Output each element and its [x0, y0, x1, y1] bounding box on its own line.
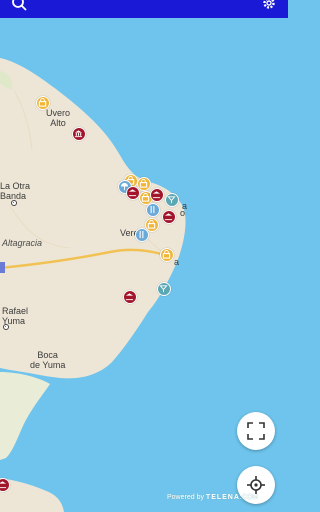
- town-dot: [11, 200, 17, 206]
- search-icon[interactable]: [10, 0, 28, 14]
- museum-marker[interactable]: [126, 186, 140, 200]
- nightlife-marker[interactable]: [157, 282, 171, 296]
- shopping-bag-icon: [162, 250, 171, 259]
- map-attribution[interactable]: Powered by TELENA.COM: [167, 494, 258, 501]
- cutlery-icon: [139, 230, 144, 239]
- museum-icon: [125, 293, 134, 301]
- shopping-bag-icon: [141, 193, 150, 202]
- restaurant-marker[interactable]: [146, 203, 160, 217]
- museum-marker[interactable]: [162, 210, 176, 224]
- museum-marker[interactable]: [123, 290, 137, 304]
- shopping-bag-icon: [147, 220, 156, 229]
- place-label-fragment: a: [174, 257, 180, 267]
- drinks-icon: [159, 285, 168, 293]
- credit-prefix: Powered by: [167, 494, 204, 501]
- shopping-bag-icon: [139, 179, 148, 188]
- place-uvero-alto: Uvero Alto: [46, 108, 71, 128]
- place-rafael-yuma: Rafael Yuma: [2, 306, 29, 326]
- museum-icon: [164, 213, 173, 221]
- drinks-icon: [167, 196, 176, 204]
- locate-icon: [247, 476, 265, 494]
- place-boca-de-yuma: Boca de Yuma: [30, 350, 66, 370]
- map-view[interactable]: Uvero Alto La Otra Banda Altagracia Vere…: [0, 18, 288, 512]
- shopping-marker[interactable]: [160, 248, 174, 262]
- restaurant-marker[interactable]: [135, 228, 149, 242]
- place-label-fragment: o: [180, 208, 186, 218]
- cutlery-icon: [150, 205, 155, 214]
- shopping-marker[interactable]: [36, 96, 50, 110]
- fullscreen-button[interactable]: [237, 412, 275, 450]
- museum-marker[interactable]: [72, 127, 86, 141]
- museum-icon: [128, 189, 137, 197]
- credit-suffix: .COM: [239, 494, 259, 501]
- credit-brand: TELENA: [205, 494, 240, 501]
- app-header: [0, 0, 288, 18]
- place-la-otra-banda: La Otra Banda: [0, 181, 31, 201]
- fullscreen-icon: [247, 422, 265, 440]
- museum-icon: [74, 130, 83, 138]
- place-altagracia: Altagracia: [2, 238, 43, 248]
- town-dot: [3, 324, 9, 330]
- gear-icon[interactable]: [260, 0, 278, 14]
- museum-icon: [152, 191, 161, 199]
- museum-marker[interactable]: [150, 188, 164, 202]
- nightlife-marker[interactable]: [165, 193, 179, 207]
- shopping-bag-icon: [38, 98, 47, 107]
- museum-icon: [0, 481, 7, 489]
